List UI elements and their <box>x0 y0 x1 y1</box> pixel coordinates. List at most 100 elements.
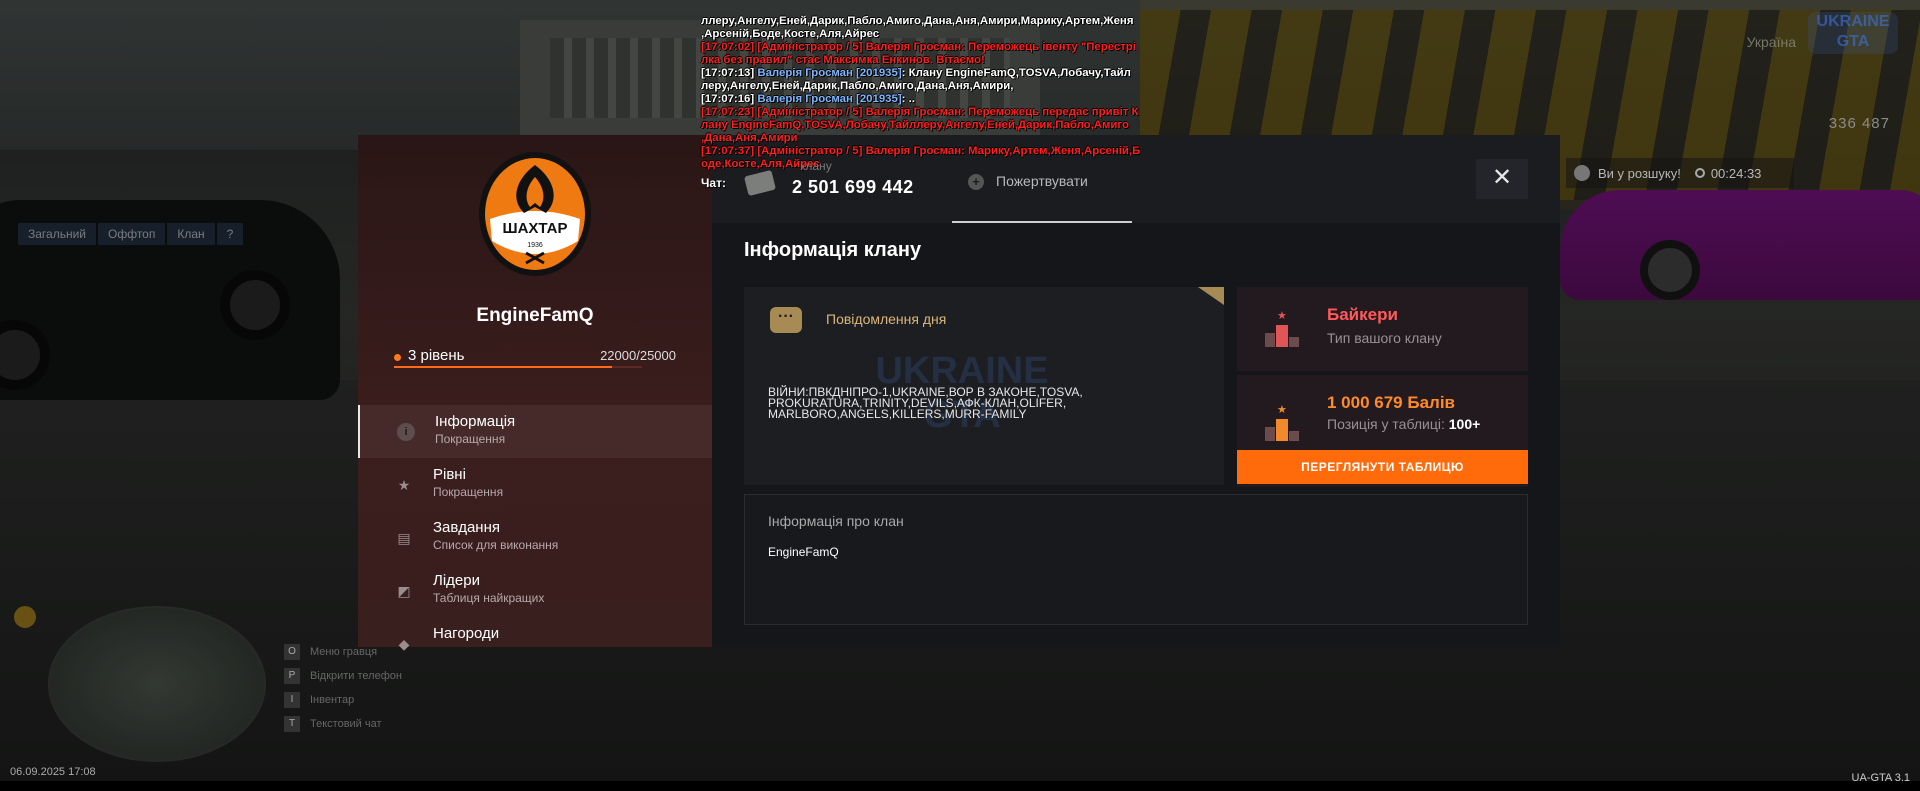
clan-xp: 22000/25000 <box>600 348 676 363</box>
date-time: 06.09.2025 17:08 <box>10 766 96 778</box>
chat-line: ллеру,Ангелу,Еней,Дарик,Пабло,Амиго,Дана… <box>701 15 1134 27</box>
menu-item-tasks[interactable]: ▤ Завдання Список для виконання <box>358 511 712 564</box>
key-cap: P <box>284 668 300 684</box>
chat-line: лану EngineFamQ,TOSVA,Лобачу,Тайллеру,Ан… <box>701 119 1129 131</box>
minimap <box>48 606 266 762</box>
svg-text:1936: 1936 <box>527 242 543 249</box>
podium-icon: ★ <box>1265 310 1299 347</box>
hint-row: T Текстовий чат <box>284 712 402 736</box>
game-version: UA-GTA 3.1 <box>1851 772 1910 784</box>
motd-text: ВІЙНИ:ПВКДНІПРО-1,UKRAINE,Вор в Законе,T… <box>768 385 1083 421</box>
phone-chat-tabs: Загальний Оффтоп Клан ? <box>18 223 245 245</box>
clan-crest-icon: ШАХТАР 1936 <box>479 152 591 276</box>
clan-position: Позиція у таблиці: 100+ <box>1327 416 1480 432</box>
info-icon: i <box>397 423 415 441</box>
chat-line: леру,Ангелу,Еней,Дарик,Пабло,Амиго,Дана,… <box>701 80 1014 92</box>
money-icon <box>743 169 777 197</box>
menu-item-subtitle: Таблиця найкращих <box>433 591 545 605</box>
key-cap: I <box>284 692 300 708</box>
menu-item-title: Рівні <box>433 466 466 483</box>
hud-money: 336 487 <box>1828 115 1890 132</box>
card-corner <box>1198 287 1224 305</box>
clan-window: ШАХТАР 1936 EngineFamQ 3 рівень 22000/25… <box>358 135 1560 652</box>
clan-level: 3 рівень <box>408 347 465 364</box>
wanted-label: Ви у розшуку! <box>1598 165 1681 181</box>
chat-ghost-text: клану <box>800 159 832 173</box>
about-title: Інформація про клан <box>768 513 904 529</box>
clan-type-caption: Тип вашого клану <box>1327 330 1442 346</box>
menu-item-leaders[interactable]: ◩ Лідери Таблиця найкращих <box>358 564 712 617</box>
podium-icon: ★ <box>1265 404 1299 441</box>
menu-item-title: Інформація <box>435 413 516 430</box>
phone-tab[interactable]: Оффтоп <box>98 223 166 245</box>
phone-tab[interactable]: Клан <box>167 223 215 245</box>
hint-label: Відкрити телефон <box>310 670 402 682</box>
level-dot-icon <box>394 354 401 361</box>
menu-item-title: Лідери <box>433 572 480 589</box>
reward-icon: ◆ <box>398 636 410 652</box>
clan-balance: 2 501 699 442 <box>792 177 914 197</box>
about-value: EngineFamQ <box>768 545 839 559</box>
menu-item-subtitle: Покращення <box>433 485 504 499</box>
chart-icon: ◩ <box>397 583 411 599</box>
clan-about-card: Інформація про клан EngineFamQ <box>744 494 1528 625</box>
chat-line: [17:07:37] [Адміністратор / 5] Валерія Г… <box>701 145 1141 157</box>
menu-item-levels[interactable]: ★ Рівні Покращення <box>358 458 712 511</box>
server-logo: UKRAINE GTA <box>1808 12 1898 54</box>
star-icon <box>14 606 36 628</box>
close-button[interactable]: ✕ <box>1476 159 1528 199</box>
chat-line: [17:07:16] Валерія Гросман [201935]: .. <box>701 93 915 105</box>
chat-line: [17:07:23] [Адміністратор / 5] Валерія Г… <box>701 106 1139 118</box>
menu-item-information[interactable]: i Інформація Покращення <box>358 405 712 458</box>
star-icon: ★ <box>397 477 411 493</box>
menu-item-subtitle: Покращення <box>435 432 506 446</box>
clan-sidebar: ШАХТАР 1936 EngineFamQ 3 рівень 22000/25… <box>358 135 712 652</box>
donate-label: Пожертвувати <box>996 173 1088 189</box>
phone-tab[interactable]: ? <box>216 223 244 245</box>
chat-bubble-icon: ··· <box>770 307 802 333</box>
hint-label: Текстовий чат <box>310 718 382 730</box>
svg-text:ШАХТАР: ШАХТАР <box>503 220 568 237</box>
xp-progress-fill <box>394 366 613 368</box>
clan-points: 1 000 679 Балів <box>1327 393 1455 412</box>
region-label: Україна <box>1746 34 1796 50</box>
chat-line: ,Дана,Аня,Амири <box>701 132 798 144</box>
wanted-timer: 00:24:33 <box>1694 165 1762 181</box>
view-table-button[interactable]: ПЕРЕГЛЯНУТИ ТАБЛИЦЮ <box>1237 450 1528 484</box>
clan-menu: i Інформація Покращення ★ Рівні Покращен… <box>358 405 712 670</box>
motd-title: Повідомлення дня <box>826 311 947 327</box>
hud-top-right: UKRAINE GTA Україна <box>1678 12 1908 132</box>
section-title: Інформація клану <box>744 239 922 261</box>
chat-log: ллеру,Ангелу,Еней,Дарик,Пабло,Амиго,Дана… <box>701 15 1271 171</box>
chat-input-label[interactable]: Чат: <box>701 176 726 190</box>
clock-icon <box>1694 168 1705 178</box>
position-value: 100+ <box>1448 416 1481 432</box>
wanted-timer-value: 00:24:33 <box>1710 165 1762 181</box>
hint-row: I Інвентар <box>284 688 402 712</box>
menu-item-title: Завдання <box>433 519 500 536</box>
message-icon: ▤ <box>397 530 411 546</box>
message-of-the-day-card: ··· Повідомлення дня UKRAINE GTA ВІЙНИ:ПВ… <box>744 287 1224 485</box>
chat-line: [17:07:13] Валерія Гросман [201935]: Кла… <box>701 67 1131 79</box>
xp-progress-bar <box>394 366 642 368</box>
position-label: Позиція у таблиці: <box>1327 416 1445 432</box>
hint-label: Інвентар <box>310 694 355 706</box>
key-cap: T <box>284 716 300 732</box>
chat-line: [17:07:02] [Адміністратор / 5] Валерія Г… <box>701 41 1136 53</box>
chat-line: лка без правил" стає Максимка Енкинов. В… <box>701 54 985 66</box>
clan-name: EngineFamQ <box>476 305 594 326</box>
clan-type: Байкери <box>1327 305 1398 324</box>
phone-tab[interactable]: Загальний <box>18 223 96 245</box>
clan-type-card: ★ Байкери Тип вашого клану <box>1237 287 1528 371</box>
chat-line: оде,Косте,Аля,Айрес <box>701 158 820 170</box>
plus-icon: + <box>968 174 984 190</box>
wanted-badge: Ви у розшуку! 00:24:33 <box>1566 158 1794 188</box>
clan-content: 2 501 699 442 + Пожертвувати ✕ Інформаці… <box>712 135 1560 647</box>
chat-line: ,Арсеній,Боде,Косте,Аля,Айрес <box>701 28 880 40</box>
menu-item-subtitle: Список для виконання <box>433 538 559 552</box>
close-icon: ✕ <box>1491 164 1513 191</box>
key-cap: O <box>284 644 300 660</box>
menu-item-rewards[interactable]: ◆ Нагороди <box>358 617 712 670</box>
shield-icon <box>1574 165 1590 181</box>
menu-item-title: Нагороди <box>433 625 500 642</box>
